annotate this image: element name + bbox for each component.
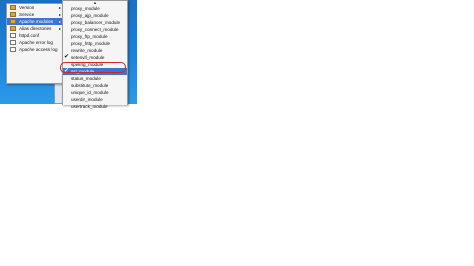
module-item-proxy-ftp[interactable]: proxy_ftp_module bbox=[63, 33, 127, 40]
menu-item-alias-directories[interactable]: Alias directories ▸ bbox=[7, 25, 63, 32]
module-label: substitute_module bbox=[71, 83, 109, 88]
wamp-tray-menu: Version ▸ Service ▸ Apache modules ▸ Ali… bbox=[6, 3, 64, 84]
folder-icon bbox=[10, 12, 16, 17]
module-label: userdir_module bbox=[71, 97, 103, 102]
folder-icon bbox=[10, 5, 16, 10]
module-label: ssl_module bbox=[71, 69, 95, 74]
module-item-rewrite[interactable]: rewrite_module bbox=[63, 47, 127, 54]
module-label: proxy_http_module bbox=[71, 41, 111, 46]
menu-item-service[interactable]: Service ▸ bbox=[7, 11, 63, 18]
submenu-arrow-icon: ▸ bbox=[58, 19, 61, 24]
module-label: speling_module bbox=[71, 62, 104, 67]
submenu-arrow-icon: ▸ bbox=[58, 26, 61, 31]
module-label: status_module bbox=[71, 76, 101, 81]
file-icon bbox=[10, 40, 16, 45]
module-label: setenvif_module bbox=[71, 55, 105, 60]
module-label: usertrack_module bbox=[71, 104, 108, 109]
module-item-proxy-http[interactable]: proxy_http_module bbox=[63, 40, 127, 47]
module-label: rewrite_module bbox=[71, 48, 103, 53]
module-label: proxy_ftp_module bbox=[71, 34, 108, 39]
file-icon bbox=[10, 33, 16, 38]
module-item-setenvif[interactable]: ✔ setenvif_module bbox=[63, 54, 127, 61]
menu-item-label: Apache modules bbox=[19, 19, 54, 24]
check-icon: ✔ bbox=[64, 54, 70, 60]
apache-modules-submenu: ▲ proxy_module proxy_ajp_module proxy_ba… bbox=[62, 0, 128, 109]
menu-item-label: Alias directories bbox=[19, 26, 52, 31]
menu-item-apache-error-log[interactable]: Apache error log bbox=[7, 39, 63, 46]
module-item-proxy-connect[interactable]: proxy_connect_module bbox=[63, 26, 127, 33]
check-icon: ✔ bbox=[64, 68, 70, 74]
module-label: proxy_balancer_module bbox=[71, 20, 121, 25]
submenu-arrow-icon: ▸ bbox=[58, 5, 61, 10]
menu-item-label: Apache access log bbox=[19, 47, 58, 52]
module-item-proxy-balancer[interactable]: proxy_balancer_module bbox=[63, 19, 127, 26]
menu-item-httpd-conf[interactable]: httpd.conf bbox=[7, 32, 63, 39]
module-label: proxy_module bbox=[71, 6, 100, 11]
folder-icon bbox=[10, 19, 16, 24]
menu-item-label: httpd.conf bbox=[19, 33, 40, 38]
module-label: proxy_connect_module bbox=[71, 27, 119, 32]
menu-item-apache-modules[interactable]: Apache modules ▸ bbox=[7, 18, 63, 25]
module-item-proxy-ajp[interactable]: proxy_ajp_module bbox=[63, 12, 127, 19]
menu-item-label: Apache error log bbox=[19, 40, 53, 45]
module-item-speling[interactable]: speling_module bbox=[63, 61, 127, 68]
module-item-ssl[interactable]: ✔ ssl_module bbox=[63, 68, 127, 75]
file-icon bbox=[10, 47, 16, 52]
menu-item-label: Service bbox=[19, 12, 35, 17]
module-item-unique-id[interactable]: unique_id_module bbox=[63, 89, 127, 96]
menu-item-version[interactable]: Version ▸ bbox=[7, 4, 63, 11]
submenu-arrow-icon: ▸ bbox=[58, 12, 61, 17]
module-label: proxy_ajp_module bbox=[71, 13, 109, 18]
module-item-status[interactable]: status_module bbox=[63, 75, 127, 82]
menu-item-apache-access-log[interactable]: Apache access log bbox=[7, 46, 63, 53]
module-item-usertrack[interactable]: usertrack_module bbox=[63, 103, 127, 110]
menu-item-label: Version bbox=[19, 5, 35, 10]
folder-icon bbox=[10, 26, 16, 31]
module-item-userdir[interactable]: userdir_module bbox=[63, 96, 127, 103]
module-label: unique_id_module bbox=[71, 90, 109, 95]
module-item-proxy[interactable]: proxy_module bbox=[63, 5, 127, 12]
module-item-substitute[interactable]: substitute_module bbox=[63, 82, 127, 89]
